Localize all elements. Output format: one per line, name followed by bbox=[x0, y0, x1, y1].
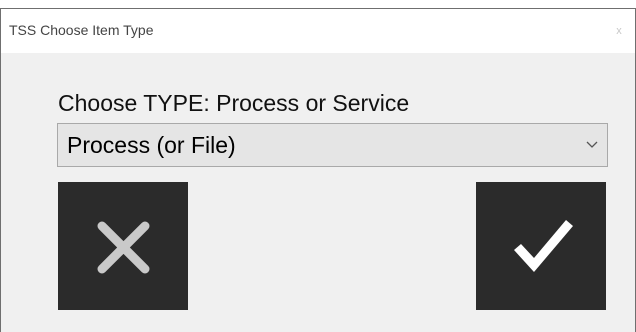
close-button[interactable]: x bbox=[609, 19, 629, 43]
cancel-button[interactable] bbox=[58, 182, 188, 310]
background-window-strip bbox=[0, 0, 636, 8]
checkmark-icon bbox=[514, 220, 573, 272]
window-title: TSS Choose Item Type bbox=[9, 22, 154, 38]
dialog-window: TSS Choose Item Type x Choose TYPE: Proc… bbox=[0, 8, 636, 332]
ok-button[interactable] bbox=[476, 182, 606, 310]
x-cross-icon bbox=[97, 221, 150, 274]
close-icon: x bbox=[616, 25, 622, 37]
item-type-select[interactable]: Process (or File) bbox=[57, 123, 608, 167]
prompt-label: Choose TYPE: Process or Service bbox=[58, 90, 410, 116]
chevron-down-icon bbox=[586, 141, 598, 148]
title-bar[interactable]: TSS Choose Item Type x bbox=[1, 8, 635, 53]
item-type-selected-value: Process (or File) bbox=[67, 132, 236, 158]
